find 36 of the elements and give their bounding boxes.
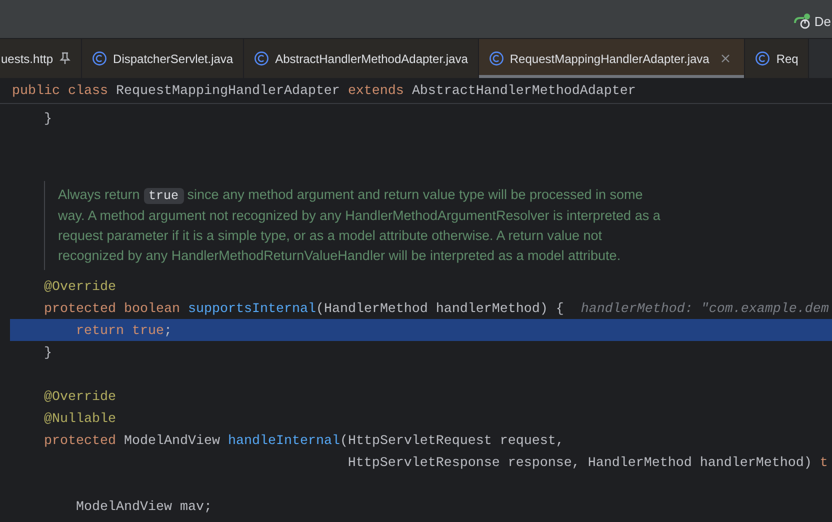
code-token: public class bbox=[12, 84, 109, 98]
code-token: (HandlerMethod handlerMethod) { bbox=[316, 302, 564, 317]
code-token: return true bbox=[74, 324, 164, 339]
editor-tab[interactable]: AbstractHandlerMethodAdapter.java bbox=[244, 39, 479, 78]
code-token: } bbox=[42, 346, 52, 361]
editor-tab[interactable]: DispatcherServlet.java bbox=[82, 39, 244, 78]
code-token: @Override bbox=[42, 390, 116, 405]
code-token: @Nullable bbox=[42, 412, 116, 427]
run-config-icon[interactable] bbox=[793, 13, 812, 29]
code-token: protected boolean bbox=[42, 302, 181, 317]
code-token: ModelAndView mav; bbox=[74, 500, 212, 515]
doc-comment: Always return true since any method argument and return value type will be processed in some way. A method argument not recognized by any HandlerMethodArgumentResolver is interpreted as a request parameter if it is a simple type, or as a model attribute otherwise. A return value not recognized by any HandlerMethodReturnValueHandler will be interpreted as a model attribute. bbox=[44, 181, 670, 270]
run-configuration[interactable]: De bbox=[814, 14, 831, 28]
code-token: AbstractHandlerMethodAdapter bbox=[412, 84, 636, 98]
close-icon[interactable] bbox=[721, 54, 730, 63]
code-token: handleInternal bbox=[228, 434, 340, 449]
code-token: (HttpServletRequest request, bbox=[340, 434, 564, 449]
pin-icon[interactable] bbox=[59, 52, 72, 65]
class-icon bbox=[254, 51, 270, 66]
code-token: HttpServletResponse response, HandlerMethod handlerMethod) bbox=[346, 456, 813, 471]
code-token: extends bbox=[348, 84, 405, 98]
code-token: } bbox=[42, 112, 52, 127]
code-token: supportsInternal bbox=[188, 302, 316, 317]
editor-tab[interactable]: RequestMappingHandlerAdapter.java bbox=[478, 39, 746, 78]
class-icon bbox=[92, 51, 108, 66]
editor-tab[interactable]: uests.http bbox=[0, 39, 82, 78]
code-token: ; bbox=[164, 324, 172, 339]
code-token: protected bbox=[42, 434, 117, 449]
class-icon bbox=[755, 51, 770, 66]
code-token: ModelAndView bbox=[124, 434, 221, 449]
code-token: @Override bbox=[42, 280, 116, 295]
class-icon bbox=[488, 51, 504, 66]
code-token: t bbox=[820, 456, 828, 471]
editor-tab[interactable]: Req bbox=[745, 39, 810, 78]
inlay-hint: handlerMethod: "com.example.dem bbox=[580, 302, 829, 317]
code-token: RequestMappingHandlerAdapter bbox=[116, 84, 341, 98]
